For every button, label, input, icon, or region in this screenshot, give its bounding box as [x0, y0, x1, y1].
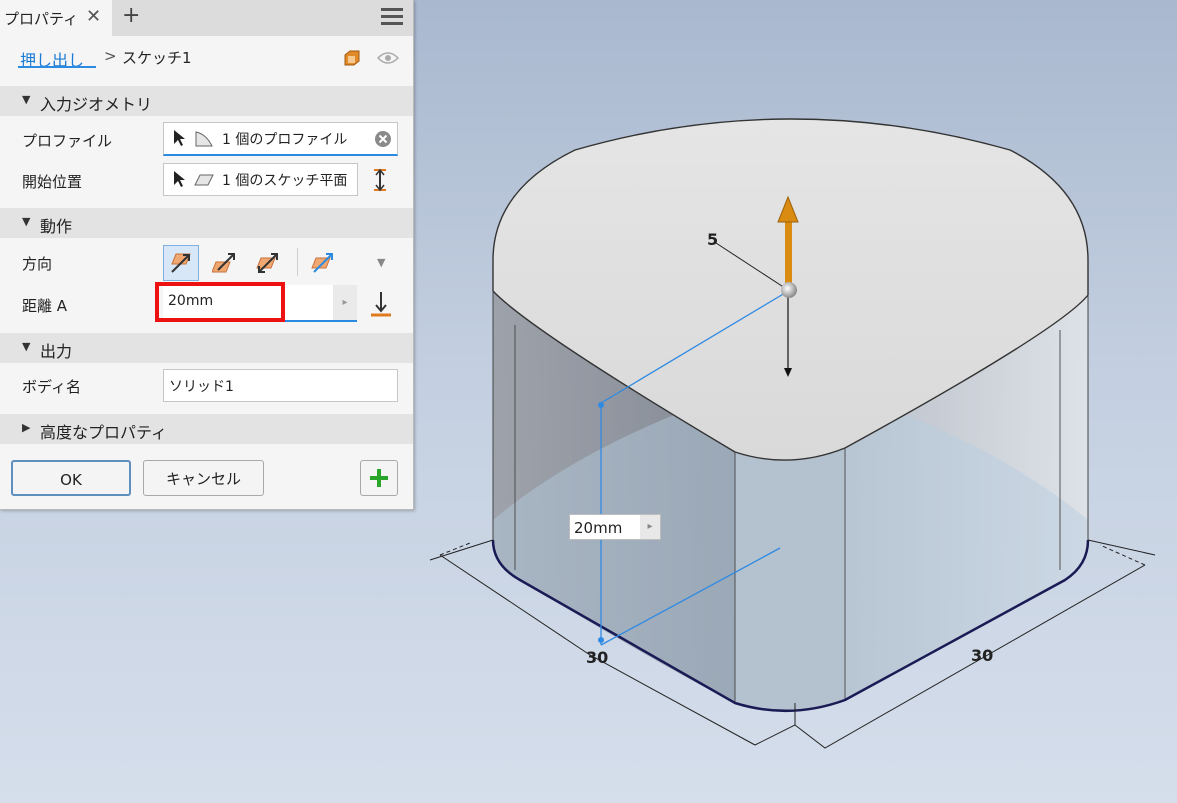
- offset-distance-icon[interactable]: [370, 167, 390, 193]
- body-name-label: ボディ名: [22, 378, 81, 396]
- section-title: 出力: [40, 342, 73, 361]
- select-cursor-icon: [174, 171, 185, 187]
- distance-highlight-box: [155, 282, 285, 322]
- start-label: 開始位置: [22, 173, 83, 191]
- extrude-arrow-shaft[interactable]: [785, 220, 792, 290]
- panel-tab-bar: プロパティ ✕ +: [0, 0, 413, 36]
- distance-mini-input[interactable]: 20mm ▸: [569, 514, 661, 540]
- direction-symmetric-button[interactable]: [250, 245, 286, 281]
- plus-icon: [370, 469, 388, 487]
- dimension-right[interactable]: 30: [971, 646, 993, 665]
- direction-default-icon: [171, 253, 191, 273]
- flip-direction-icon[interactable]: [369, 290, 393, 318]
- section-advanced[interactable]: ▶ 高度なプロパティ: [0, 414, 413, 444]
- distance-label: 距離 A: [22, 297, 68, 315]
- start-value: 1 個のスケッチ平面: [222, 173, 348, 189]
- part-icon[interactable]: [343, 49, 361, 67]
- distance-menu-arrow-icon[interactable]: ▸: [333, 285, 357, 320]
- expand-icon[interactable]: ▶: [22, 421, 30, 434]
- breadcrumb: 押し出し > スケッチ1: [0, 36, 413, 80]
- section-input-geometry[interactable]: ▼ 入力ジオメトリ: [0, 86, 413, 116]
- section-title: 動作: [40, 217, 73, 236]
- section-title: 高度なプロパティ: [40, 423, 168, 442]
- section-behavior[interactable]: ▼ 動作: [0, 208, 413, 238]
- properties-panel: プロパティ ✕ + 押し出し > スケッチ1 ▼ 入力ジオメトリ プロファイル …: [0, 0, 414, 510]
- direction-flipped-icon: [212, 253, 235, 273]
- profile-selector[interactable]: 1 個のプロファイル: [163, 122, 398, 156]
- body-name-value[interactable]: ソリッド1: [169, 376, 234, 396]
- breadcrumb-underline: [18, 66, 96, 68]
- menu-icon[interactable]: [381, 8, 403, 26]
- close-icon[interactable]: ✕: [86, 6, 101, 27]
- direction-separator: [297, 248, 298, 276]
- body-name-input[interactable]: ソリッド1: [163, 369, 398, 402]
- tab-properties[interactable]: プロパティ ✕: [0, 0, 112, 36]
- mini-input-arrow-icon[interactable]: ▸: [640, 515, 660, 539]
- direction-label: 方向: [22, 255, 53, 273]
- apply-add-button[interactable]: [360, 460, 398, 496]
- ok-button[interactable]: OK: [11, 460, 131, 496]
- breadcrumb-current: スケッチ1: [122, 49, 192, 67]
- profile-value: 1 個のプロファイル: [222, 132, 348, 148]
- section-title: 入力ジオメトリ: [40, 95, 153, 114]
- collapse-icon[interactable]: ▼: [22, 93, 30, 106]
- collapse-icon[interactable]: ▼: [22, 215, 30, 228]
- tab-label: プロパティ: [4, 10, 79, 28]
- collapse-icon[interactable]: ▼: [22, 340, 30, 353]
- add-tab-icon[interactable]: +: [122, 3, 140, 28]
- chevron-down-icon[interactable]: ▼: [377, 256, 385, 269]
- profile-shape-icon: [195, 131, 213, 147]
- sketch-plane-icon: [194, 174, 214, 186]
- direction-asymmetric-icon: [311, 253, 333, 273]
- mini-input-value[interactable]: 20mm: [574, 519, 622, 537]
- cancel-button[interactable]: キャンセル: [143, 460, 264, 496]
- direction-symmetric-icon: [256, 253, 278, 273]
- manipulator-ball[interactable]: [781, 282, 797, 298]
- breadcrumb-separator: >: [104, 47, 117, 65]
- direction-asymmetric-button[interactable]: [305, 245, 341, 281]
- manipulator-value: 5: [707, 230, 719, 249]
- eye-icon[interactable]: [377, 50, 399, 66]
- section-output[interactable]: ▼ 出力: [0, 333, 413, 363]
- select-cursor-icon: [174, 130, 185, 146]
- profile-label: プロファイル: [22, 132, 113, 150]
- start-selector[interactable]: 1 個のスケッチ平面: [163, 163, 358, 196]
- direction-flipped-button[interactable]: [207, 245, 243, 281]
- direction-default-button[interactable]: [163, 245, 199, 281]
- clear-selection-icon[interactable]: [373, 129, 393, 149]
- dimension-left[interactable]: 30: [586, 648, 608, 667]
